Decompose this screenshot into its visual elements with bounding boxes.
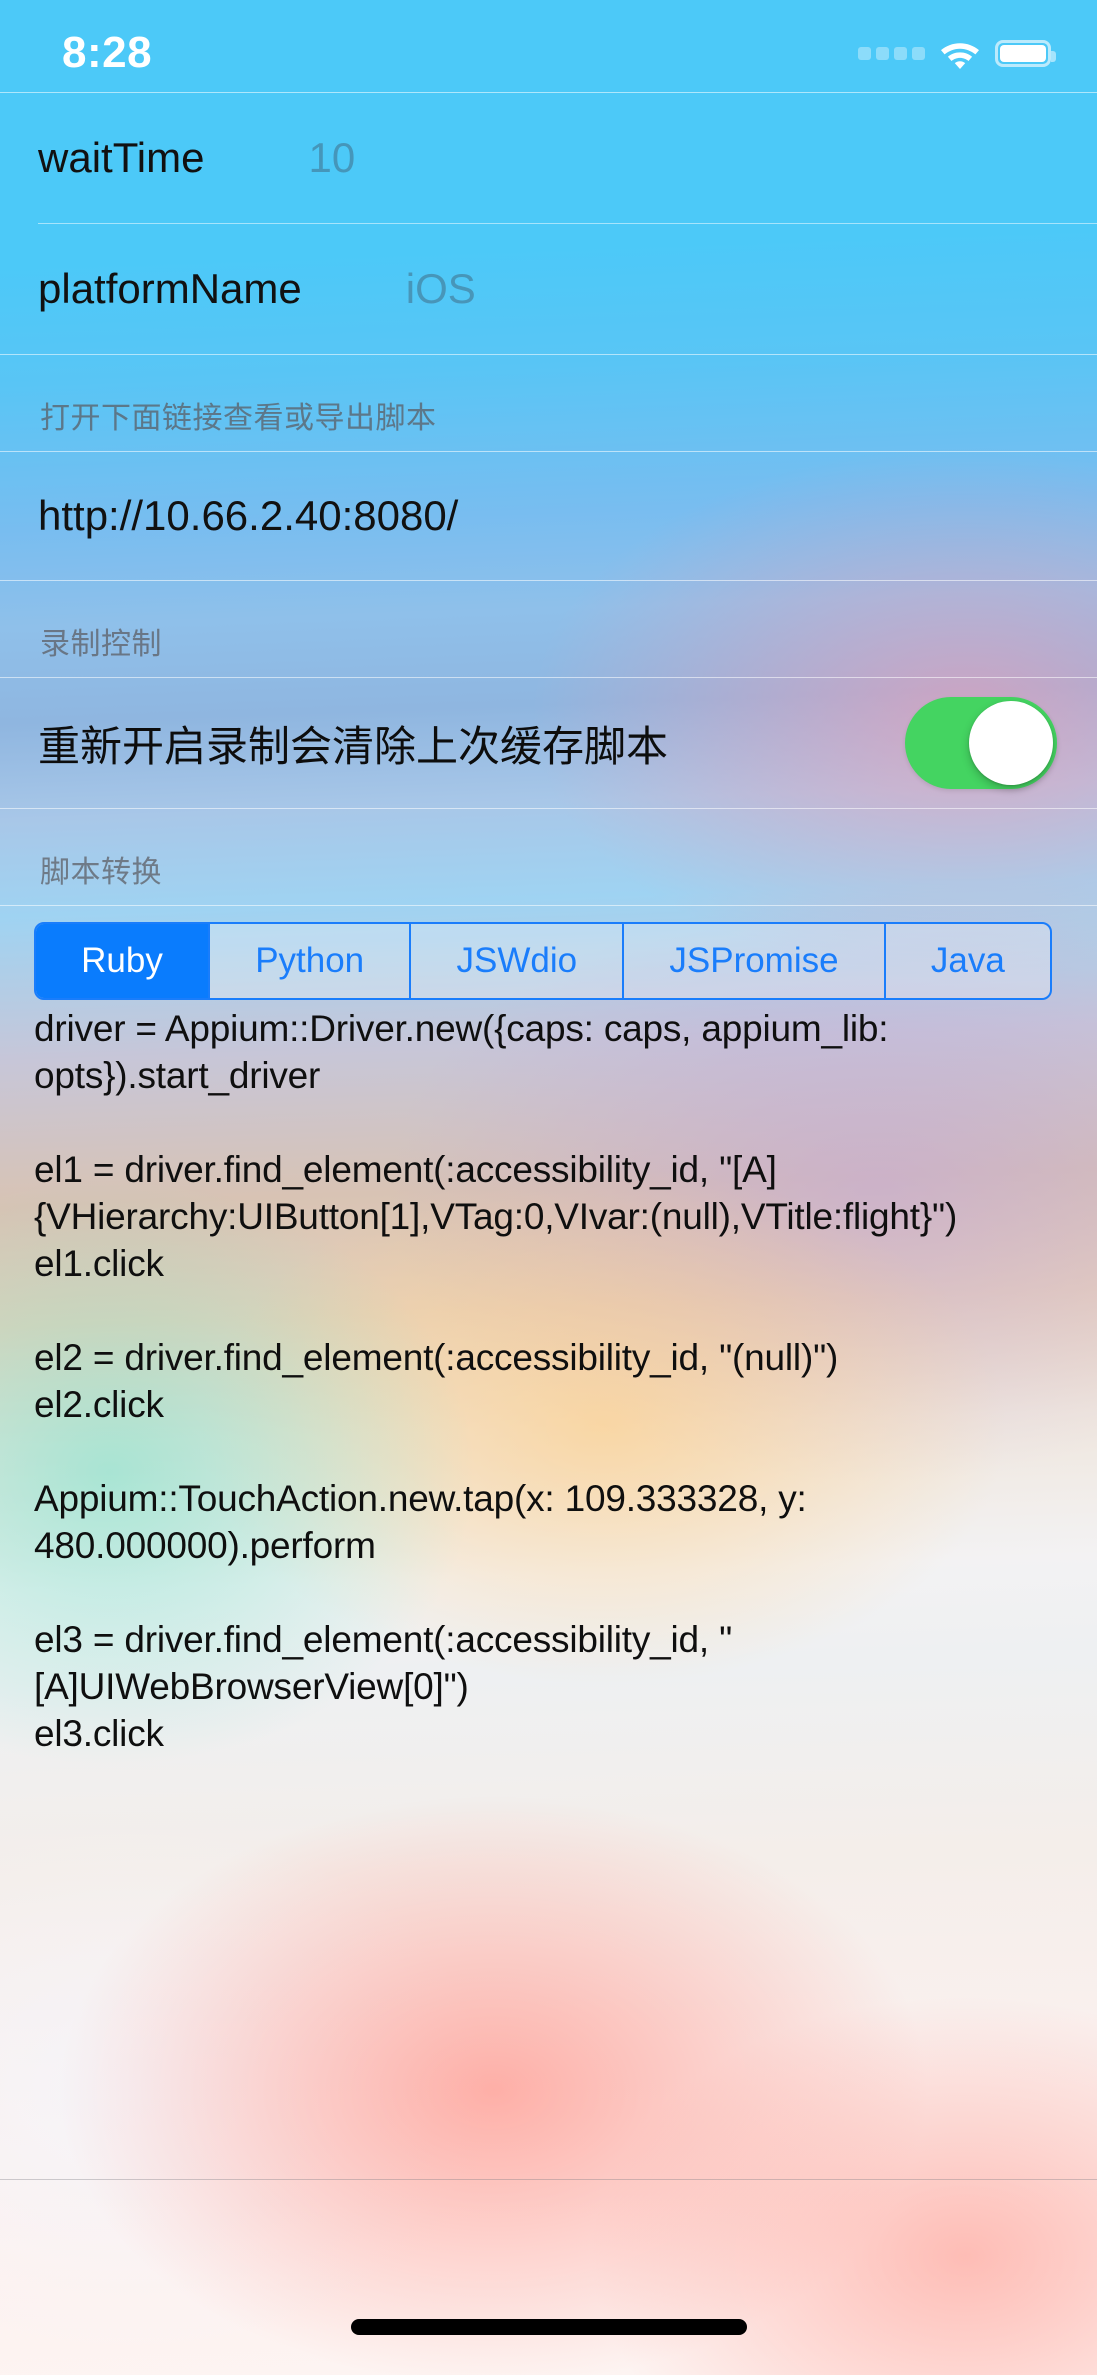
wifi-icon bbox=[938, 37, 982, 69]
row-wait-time[interactable]: waitTime 10 bbox=[0, 93, 1097, 223]
bottom-divider bbox=[0, 2179, 1097, 2180]
script-url-text[interactable]: http://10.66.2.40:8080/ bbox=[38, 492, 458, 540]
app-screen: 8:28 waitTime 10 platformName iOS 打开下面链接… bbox=[0, 0, 1097, 2375]
clear-cache-label: 重新开启录制会清除上次缓存脚本 bbox=[38, 722, 669, 770]
language-segmented-control[interactable]: Ruby Python JSWdio JSPromise Java bbox=[34, 922, 1052, 1000]
row-clear-cache-toggle[interactable]: 重新开启录制会清除上次缓存脚本 bbox=[0, 678, 1097, 808]
battery-full-icon bbox=[995, 39, 1056, 67]
segmented-control-wrap: Ruby Python JSWdio JSPromise Java bbox=[0, 906, 1097, 1000]
segment-ruby[interactable]: Ruby bbox=[36, 924, 209, 998]
row-platform-name-label: platformName bbox=[38, 265, 302, 312]
row-script-url[interactable]: http://10.66.2.40:8080/ bbox=[0, 452, 1097, 580]
status-bar-clock: 8:28 bbox=[62, 28, 153, 77]
row-platform-name-value[interactable]: iOS bbox=[406, 265, 476, 313]
link-section-header: 打开下面链接查看或导出脚本 bbox=[40, 402, 437, 435]
row-platform-name[interactable]: platformName iOS bbox=[0, 224, 1097, 354]
status-bar: 8:28 bbox=[0, 0, 1097, 92]
clear-cache-switch[interactable] bbox=[905, 697, 1057, 789]
segment-jspromise[interactable]: JSPromise bbox=[622, 924, 884, 998]
row-wait-time-value[interactable]: 10 bbox=[308, 134, 355, 182]
record-section-header: 录制控制 bbox=[40, 628, 162, 661]
convert-section-header: 脚本转换 bbox=[40, 856, 162, 889]
switch-knob bbox=[969, 701, 1053, 785]
segment-jswdio[interactable]: JSWdio bbox=[409, 924, 623, 998]
home-indicator[interactable] bbox=[350, 2319, 747, 2335]
cellular-dots-icon bbox=[858, 46, 925, 60]
row-wait-time-label: waitTime bbox=[38, 134, 205, 181]
status-bar-indicators bbox=[858, 23, 1056, 69]
generated-script-text[interactable]: driver = Appium::Driver.new({caps: caps,… bbox=[0, 1000, 1097, 1758]
segment-java[interactable]: Java bbox=[883, 924, 1050, 998]
segment-python[interactable]: Python bbox=[208, 924, 410, 998]
settings-table: waitTime 10 platformName iOS 打开下面链接查看或导出… bbox=[0, 92, 1097, 1758]
